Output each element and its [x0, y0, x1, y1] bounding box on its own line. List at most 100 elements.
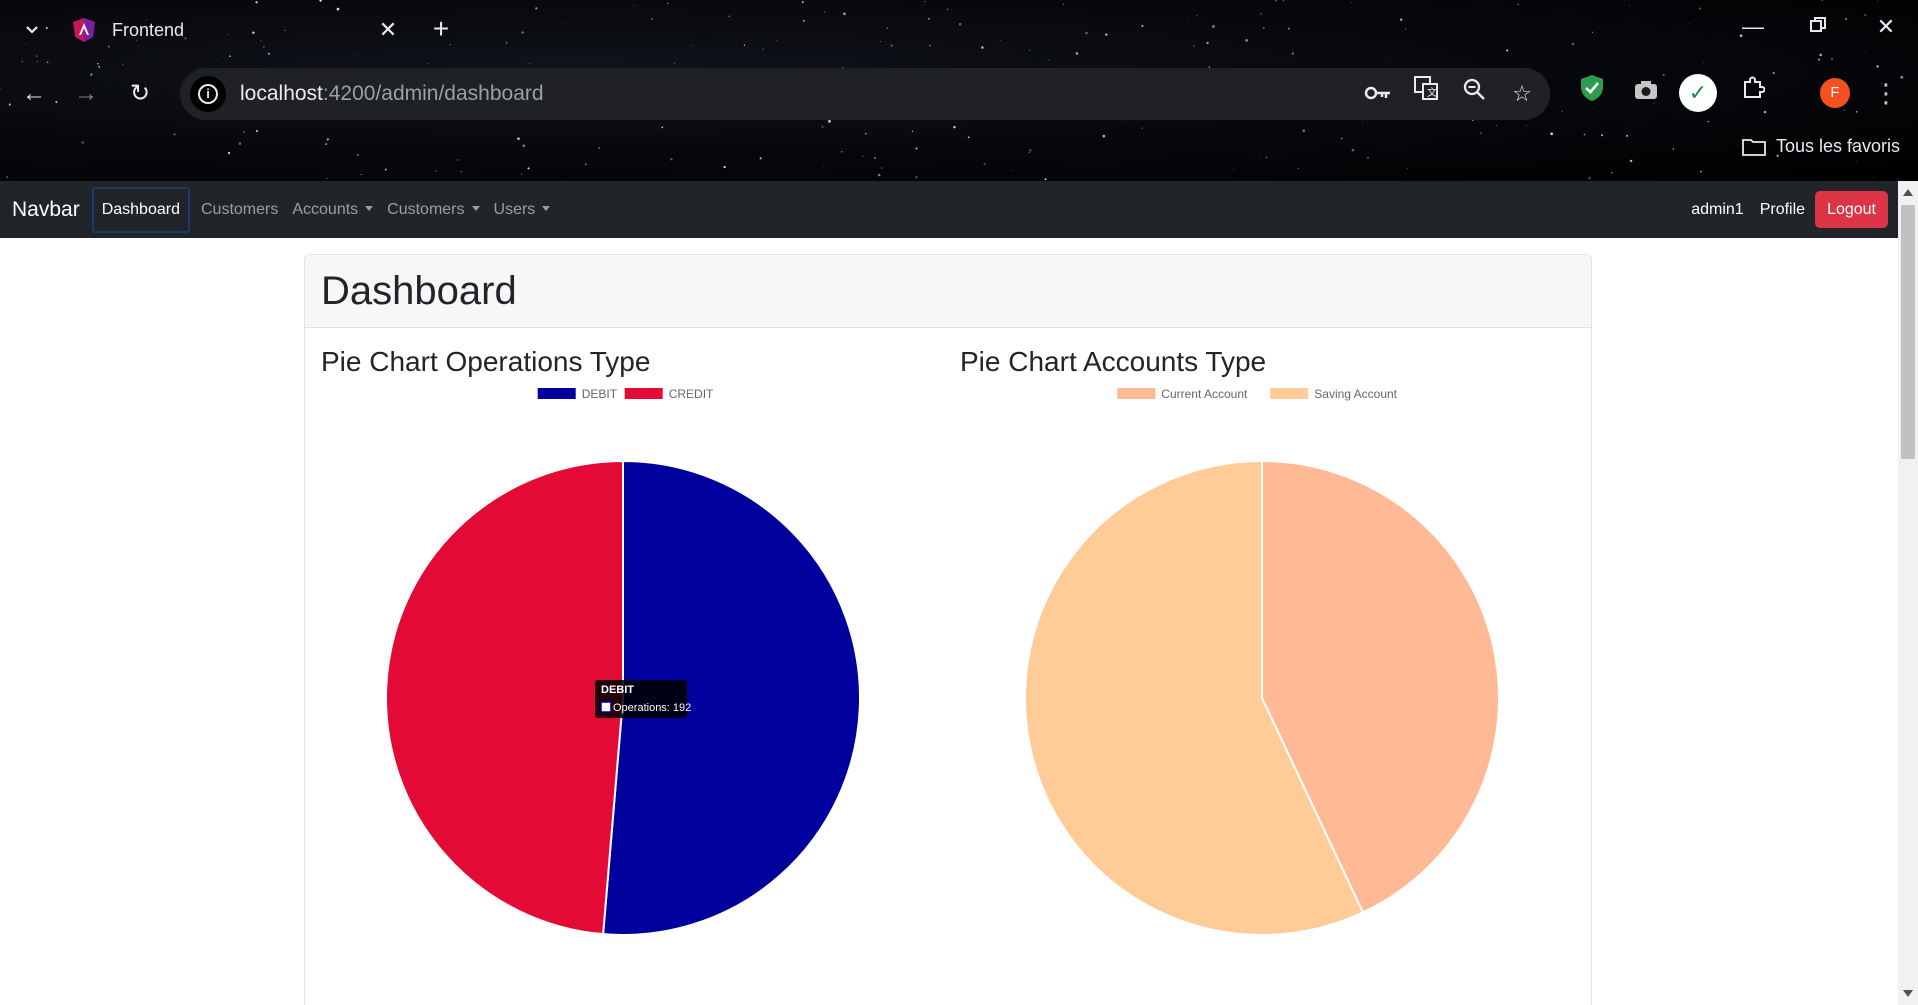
- legend-swatch[interactable]: [1117, 388, 1156, 399]
- star-dot: [1302, 129, 1306, 133]
- checkmark-extension-icon[interactable]: ✓: [1679, 74, 1717, 112]
- restore-window-icon[interactable]: [1798, 14, 1838, 46]
- star-dot: [1340, 137, 1343, 140]
- nav-dropdown-users[interactable]: Users: [487, 187, 558, 233]
- star-dot: [517, 137, 520, 141]
- operations-chart-title: Pie Chart Operations Type: [321, 346, 651, 377]
- shield-extension-icon[interactable]: [1572, 73, 1612, 113]
- star-dot: [511, 172, 512, 174]
- scroll-up-icon[interactable]: [1903, 189, 1913, 196]
- tab-title: Frontend: [112, 19, 185, 40]
- legend-label[interactable]: DEBIT: [582, 387, 618, 401]
- site-info-icon[interactable]: i: [190, 76, 226, 112]
- accounts-pie-chart[interactable]: Current Account Saving Account: [960, 386, 1600, 1005]
- pie-slice-credit[interactable]: [385, 459, 624, 936]
- star-dot: [967, 136, 970, 139]
- legend-swatch[interactable]: [537, 388, 576, 399]
- browser-tab[interactable]: Frontend ✕: [58, 8, 408, 52]
- url-text[interactable]: localhost:4200/admin/dashboard: [240, 82, 1358, 106]
- operations-chart-block: Pie Chart Operations Type DEBIT CREDIT DEB…: [321, 346, 961, 1005]
- star-dot: [840, 151, 843, 153]
- camera-extension-icon[interactable]: [1626, 73, 1666, 113]
- back-arrow-icon[interactable]: ←: [16, 76, 52, 112]
- star-dot: [227, 151, 231, 155]
- zoom-icon[interactable]: [1454, 74, 1494, 114]
- close-tab-icon[interactable]: ✕: [374, 17, 402, 43]
- bookmark-star-icon[interactable]: ☆: [1502, 74, 1542, 114]
- reload-icon[interactable]: ↻: [122, 76, 158, 112]
- star-dot: [122, 63, 124, 65]
- star-dot: [528, 63, 531, 65]
- star-dot: [880, 166, 883, 170]
- page-title: Dashboard: [321, 269, 517, 313]
- more-menu-icon[interactable]: ⋮: [1866, 73, 1906, 113]
- star-dot: [862, 155, 864, 158]
- extensions-puzzle-icon[interactable]: [1733, 73, 1773, 113]
- legend-label[interactable]: Current Account: [1161, 387, 1248, 401]
- legend-label[interactable]: Saving Account: [1314, 387, 1397, 401]
- star-dot: [256, 130, 258, 132]
- address-bar[interactable]: i localhost:4200/admin/dashboard 文 ☆: [180, 68, 1550, 120]
- navbar-right: admin1 Profile Logout: [1691, 191, 1888, 228]
- star-dot: [1856, 161, 1858, 163]
- url-path: :4200/admin/dashboard: [322, 82, 544, 105]
- star-dot: [1703, 61, 1705, 63]
- star-dot: [326, 138, 329, 141]
- translate-icon[interactable]: 文: [1406, 74, 1446, 114]
- star-dot: [435, 170, 437, 172]
- nav-dropdown-accounts[interactable]: Accounts: [285, 187, 380, 233]
- password-key-icon[interactable]: [1358, 74, 1398, 114]
- app-navbar: Navbar Dashboard Customers Accounts Cust…: [0, 181, 1898, 238]
- star-dot: [877, 173, 881, 177]
- logout-button[interactable]: Logout: [1815, 191, 1888, 228]
- star-dot: [823, 166, 825, 168]
- legend-swatch[interactable]: [1270, 388, 1309, 399]
- page-scrollbar[interactable]: [1898, 181, 1918, 1005]
- star-dot: [1626, 134, 1629, 137]
- page-viewport: Navbar Dashboard Customers Accounts Cust…: [0, 181, 1918, 1005]
- legend-swatch[interactable]: [624, 388, 663, 399]
- navbar-brand[interactable]: Navbar: [12, 198, 80, 222]
- nav-link-customers[interactable]: Customers: [194, 187, 285, 233]
- star-dot: [1265, 156, 1268, 158]
- star-dot: [983, 162, 987, 166]
- nav-link-profile[interactable]: Profile: [1760, 201, 1805, 219]
- accounts-chart-title: Pie Chart Accounts Type: [960, 346, 1267, 377]
- nav-username[interactable]: admin1: [1691, 201, 1743, 219]
- all-bookmarks[interactable]: Tous les favoris: [1742, 136, 1900, 157]
- star-dot: [21, 60, 24, 63]
- new-tab-button[interactable]: +: [425, 14, 457, 46]
- star-dot: [915, 147, 918, 150]
- caret-down-icon: [471, 205, 480, 211]
- scroll-down-icon[interactable]: [1903, 990, 1913, 997]
- star-dot: [915, 175, 918, 179]
- star-dot: [1028, 149, 1032, 152]
- tab-strip: Frontend ✕ + — ✕: [0, 0, 1918, 60]
- star-dot: [1260, 157, 1262, 159]
- star-dot: [97, 63, 99, 65]
- nav-dropdown-customers[interactable]: Customers: [380, 187, 486, 233]
- folder-icon: [1742, 138, 1766, 156]
- nav-link-dashboard[interactable]: Dashboard: [91, 186, 190, 233]
- close-window-icon[interactable]: ✕: [1866, 14, 1906, 46]
- star-dot: [522, 144, 525, 147]
- legend-label[interactable]: CREDIT: [669, 387, 714, 401]
- star-dot: [173, 133, 176, 136]
- forward-arrow-icon[interactable]: →: [68, 76, 104, 112]
- browser-chrome: Frontend ✕ + — ✕ ← → ↻ i localhost:4200/…: [0, 0, 1918, 181]
- tab-search-button[interactable]: [16, 14, 48, 46]
- star-dot: [1550, 132, 1554, 136]
- star-dot: [1700, 170, 1702, 173]
- star-dot: [953, 126, 956, 129]
- operations-pie-chart[interactable]: DEBIT CREDITDEBITOperations: 192: [321, 386, 961, 1005]
- star-dot: [325, 143, 328, 146]
- pie-slice-debit[interactable]: [602, 459, 861, 936]
- star-dot: [1362, 121, 1364, 123]
- star-dot: [584, 163, 587, 166]
- scrollbar-thumb[interactable]: [1901, 205, 1915, 459]
- star-dot: [1526, 124, 1528, 126]
- star-dot: [723, 165, 726, 169]
- profile-avatar[interactable]: F: [1820, 78, 1850, 108]
- star-dot: [6, 176, 9, 179]
- minimize-window-icon[interactable]: —: [1733, 14, 1773, 46]
